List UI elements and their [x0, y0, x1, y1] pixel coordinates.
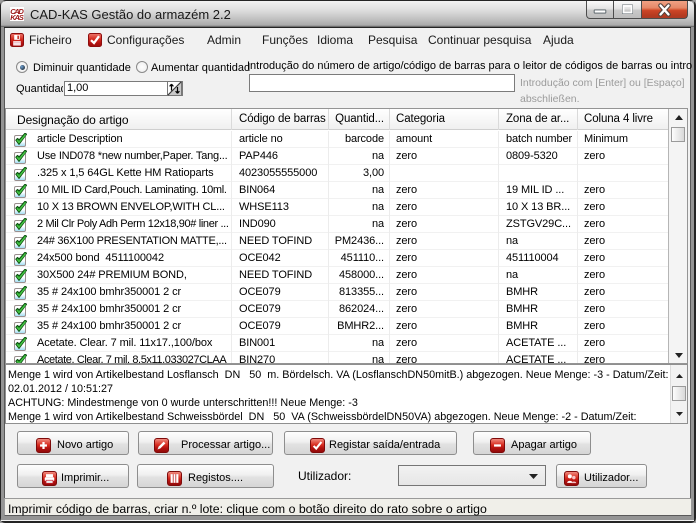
svg-text:KAS: KAS: [10, 13, 24, 21]
